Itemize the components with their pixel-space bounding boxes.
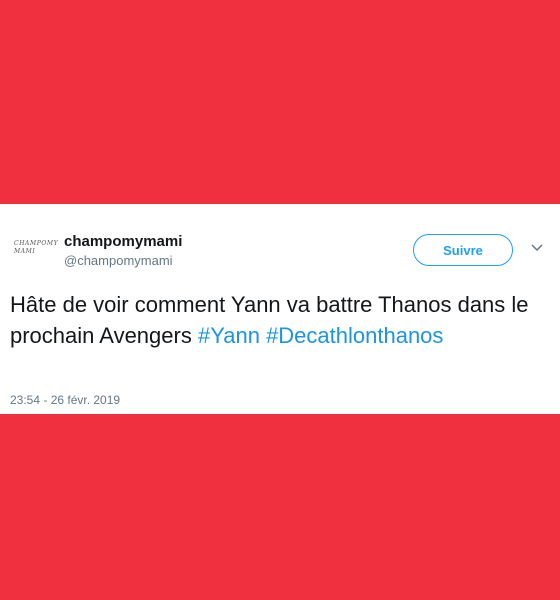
tweet-timestamp[interactable]: 23:54 - 26 févr. 2019 [10, 393, 120, 407]
author-handle[interactable]: @champomymami [64, 253, 173, 268]
hashtag-yann[interactable]: #Yann [198, 323, 260, 348]
avatar-text-line1: CHAMPOMY [14, 240, 59, 247]
page-background: CHAMPOMY MAMI champomymami @champomymami… [0, 0, 560, 600]
follow-button[interactable]: Suivre [413, 234, 513, 266]
hashtag-decathlonthanos[interactable]: #Decathlonthanos [266, 323, 443, 348]
chevron-down-icon[interactable] [529, 240, 545, 256]
avatar-text-line2: MAMI [14, 248, 36, 255]
avatar[interactable]: CHAMPOMY MAMI [10, 226, 58, 270]
tweet-text: Hâte de voir comment Yann va battre Than… [10, 289, 555, 351]
author-name[interactable]: champomymami [64, 233, 182, 250]
